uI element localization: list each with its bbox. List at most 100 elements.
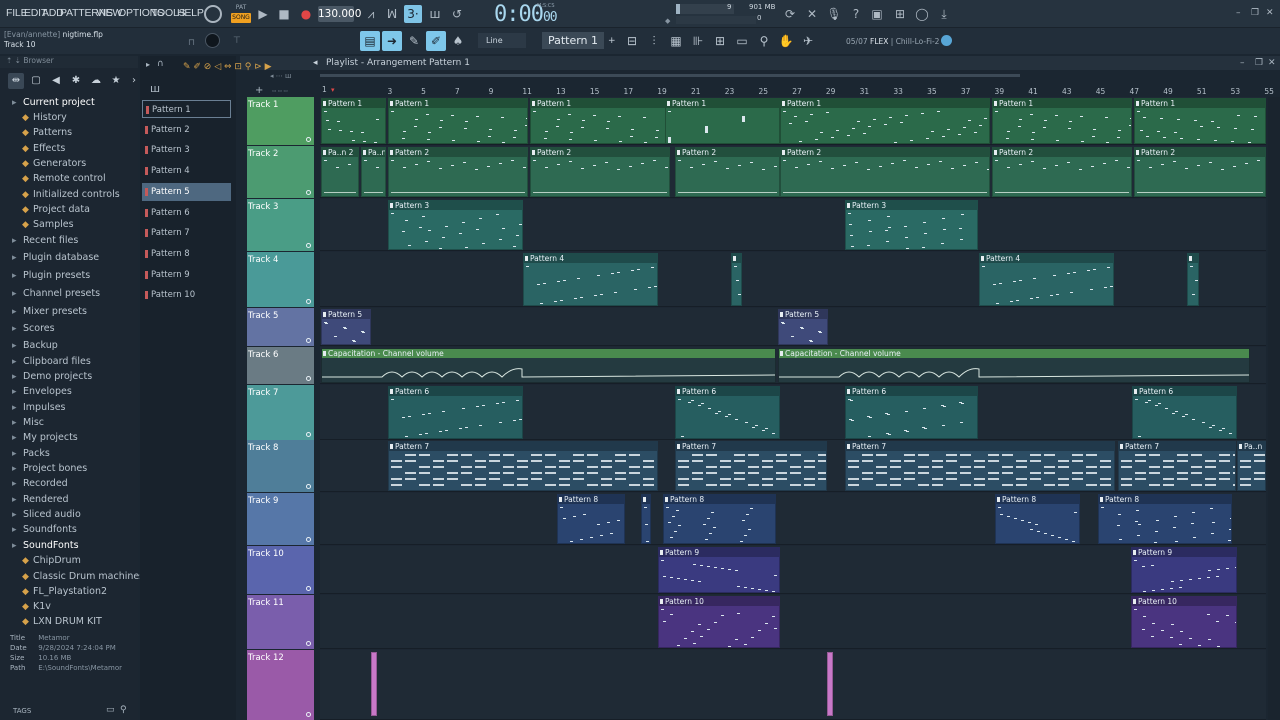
browser-item[interactable]: ▸ Recorded (12, 476, 68, 491)
browser-item[interactable]: ◆ Remote control (22, 171, 106, 186)
browser-item[interactable]: ▸ Misc (12, 415, 44, 430)
minimize-icon[interactable]: – (1236, 8, 1241, 18)
play-icon[interactable]: ▶ (254, 5, 272, 23)
speaker-filter-icon[interactable]: ◀ (48, 73, 64, 89)
mixer-link-icon[interactable]: ✕ (803, 5, 821, 23)
browser-item[interactable]: ▸ SoundFonts (12, 538, 79, 553)
browser-item[interactable]: ▸ Impulses (12, 400, 66, 415)
track-header[interactable]: Track 3 (247, 199, 314, 251)
browser-item[interactable]: ◆ Patterns (22, 125, 72, 140)
plugin-picker-icon[interactable]: ⚲ (754, 31, 774, 51)
browser-item[interactable]: ◆ ChipDrum (22, 553, 81, 568)
pattern-clip[interactable]: Pattern 2 (992, 147, 1132, 197)
browser-item[interactable]: ◆ Initialized controls (22, 187, 120, 202)
plugin-filter-icon[interactable]: ✱ (68, 73, 84, 89)
browser-item[interactable]: ▸ Scores (12, 321, 55, 336)
browser-item[interactable]: ◆ Generators (22, 156, 86, 171)
tune-icon[interactable]: ⊤ (233, 36, 241, 46)
track-mute-icon[interactable] (306, 190, 311, 195)
pattern-list-item[interactable]: Pattern 8 (142, 245, 231, 263)
track-header[interactable]: Track 1 (247, 97, 314, 145)
track-lane[interactable] (320, 595, 1266, 649)
pattern-clip[interactable]: Pattern 7 (1118, 441, 1236, 491)
chat-icon[interactable]: ◯ (913, 5, 931, 23)
browser-item[interactable]: ◆ History (22, 110, 67, 125)
playhead-marker[interactable]: ▾ (331, 86, 335, 94)
playlist-arrow-icon[interactable]: ◂ (313, 56, 318, 70)
audio-clip[interactable] (371, 652, 377, 716)
pattern-clip[interactable]: Pattern 1 (665, 98, 780, 144)
pattern-clip[interactable]: Pattern 1 (992, 98, 1132, 144)
browser-item[interactable]: ◆ FL_Playstation2 (22, 584, 107, 599)
pattern-clip[interactable]: Pattern 2 (530, 147, 670, 197)
plugin-icon[interactable]: ⊞ (891, 5, 909, 23)
marketplace-icon[interactable]: ✈ (798, 31, 818, 51)
track-header[interactable]: Track 10 (247, 546, 314, 594)
pattern-clip[interactable]: Pattern 7 (388, 441, 658, 491)
metronome-icon[interactable]: ⩘ (362, 5, 380, 23)
add-track-icon[interactable]: + (255, 85, 263, 96)
track-mute-icon[interactable] (306, 537, 311, 542)
browser-item[interactable]: ◆ Samples (22, 217, 74, 232)
playlist-maximize-icon[interactable]: ❐ (1255, 56, 1263, 70)
track-header[interactable]: Track 2 (247, 146, 314, 198)
folder-icon[interactable]: ▭ (106, 705, 115, 715)
automation-clip[interactable]: Capacitation - Channel volume (778, 348, 1250, 383)
pattern-clip[interactable] (641, 494, 651, 544)
step-edit-icon[interactable]: ш (426, 5, 444, 23)
browser-item[interactable]: ▸ Mixer presets (12, 304, 87, 319)
picker-pattern-icon[interactable]: ш (150, 82, 160, 95)
pattern-list-item[interactable]: Pattern 9 (142, 266, 231, 284)
track-header[interactable]: Track 11 (247, 595, 314, 649)
pattern-clip[interactable]: Pattern 1 (530, 98, 670, 144)
track-mute-icon[interactable] (306, 484, 311, 489)
pattern-clip[interactable]: Pa..n 2 (321, 147, 359, 197)
browser-item[interactable]: ◆ LXN DRUM KIT (22, 614, 102, 629)
pattern-list-item[interactable]: Pattern 7 (142, 224, 231, 242)
browser-item[interactable]: ▸ Envelopes (12, 384, 72, 399)
track-mute-icon[interactable] (306, 641, 311, 646)
lock-icon[interactable]: ⊓ (188, 38, 195, 48)
pattern-clip[interactable]: Pattern 1 (321, 98, 386, 144)
time-ruler[interactable]: 3 5 7 9 11 13 15 17 19 21 23 25 27 29 31 33 35 37 39 41 43 45… (320, 85, 1273, 97)
close-icon[interactable]: ✕ (1266, 8, 1274, 18)
browser-item[interactable]: ▸ Backup (12, 338, 58, 353)
help-icon[interactable]: ? (847, 5, 865, 23)
tempo-display[interactable]: 130.000 (318, 6, 361, 22)
browser-item[interactable]: ◆ Project data (22, 202, 90, 217)
pattern-clip[interactable]: Pattern 1 (1134, 98, 1266, 144)
track-header[interactable]: Track 8 (247, 440, 314, 492)
horizontal-scrollbar[interactable] (320, 74, 1020, 77)
pattern-clip[interactable]: Pattern 4 (979, 253, 1114, 306)
pitch-knob[interactable] (205, 33, 220, 48)
pattern-clip[interactable]: Pattern 8 (557, 494, 625, 544)
pattern-clip[interactable]: Pattern 4 (523, 253, 658, 306)
picker-arrow-icon[interactable]: ▸ (146, 60, 150, 69)
magnet-icon[interactable]: ∩ (157, 59, 164, 69)
pattern-clip[interactable]: Pa..n 2 (361, 147, 386, 197)
piano-roll-icon[interactable]: ▦ (666, 31, 686, 51)
master-volume-knob[interactable] (204, 5, 222, 23)
track-lane[interactable] (320, 252, 1266, 307)
browser-item[interactable]: ◆ Classic Drum machines (22, 569, 144, 584)
menu-help[interactable]: HELP (177, 7, 204, 19)
snap-arrow-icon[interactable]: ➜ (382, 31, 402, 51)
pattern-clip[interactable] (1187, 253, 1199, 306)
mixer-icon[interactable]: ⊪ (688, 31, 708, 51)
stop-icon[interactable]: ■ (275, 5, 293, 23)
track-mute-icon[interactable] (306, 432, 311, 437)
browser-item[interactable]: ▸ Current project (12, 95, 95, 110)
star-filter-icon[interactable]: ★ (108, 73, 124, 89)
pattern-clip[interactable]: Pattern 5 (321, 309, 371, 345)
track-lane[interactable] (320, 546, 1266, 594)
track-mute-icon[interactable] (306, 586, 311, 591)
flex-preset-name[interactable]: Chill-Lo-Fi-2 (896, 37, 940, 46)
browser-item[interactable]: ▸ Plugin database (12, 250, 99, 265)
track-mute-icon[interactable] (306, 137, 311, 142)
track-mute-icon[interactable] (306, 243, 311, 248)
pattern-list-item[interactable]: Pattern 10 (142, 286, 231, 304)
pattern-clip[interactable]: Pattern 6 (388, 386, 523, 439)
track-header[interactable]: Track 6 (247, 347, 314, 384)
snap-mode-select[interactable]: Line (478, 33, 526, 48)
pattern-clip[interactable]: Pattern 5 (778, 309, 828, 345)
